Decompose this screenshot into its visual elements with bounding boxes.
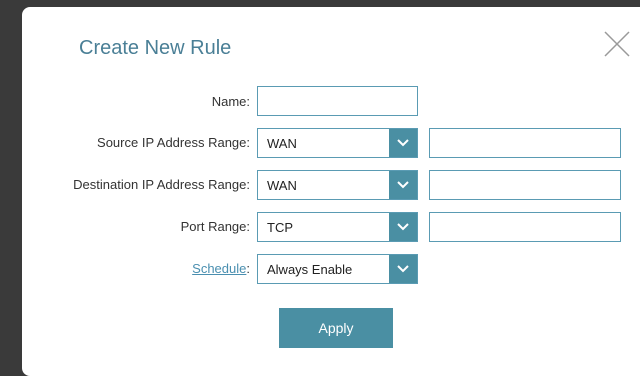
schedule-select-value: Always Enable [267,262,353,277]
apply-button[interactable]: Apply [279,308,393,348]
create-rule-dialog: Create New Rule Name: Source IP Address … [22,7,640,376]
chevron-down-icon [389,255,417,283]
port-range-label: Port Range: [180,219,250,234]
destination-ip-select[interactable]: WAN [257,170,418,200]
close-icon[interactable] [602,29,632,59]
port-range-select[interactable]: TCP [257,212,418,242]
destination-ip-select-value: WAN [267,178,297,193]
name-input[interactable] [257,86,418,116]
source-ip-select[interactable]: WAN [257,128,418,158]
chevron-down-icon [389,171,417,199]
chevron-down-icon [389,129,417,157]
chevron-down-icon [389,213,417,241]
schedule-label-row: Schedule: [192,261,250,276]
destination-ip-label: Destination IP Address Range: [73,177,250,192]
port-range-select-value: TCP [267,220,293,235]
name-label: Name: [211,94,250,109]
destination-ip-input[interactable] [429,170,621,200]
schedule-colon: : [246,261,250,276]
port-range-input[interactable] [429,212,621,242]
schedule-select[interactable]: Always Enable [257,254,418,284]
dialog-title: Create New Rule [79,37,232,59]
source-ip-input[interactable] [429,128,621,158]
schedule-link[interactable]: Schedule [192,261,246,276]
source-ip-select-value: WAN [267,136,297,151]
source-ip-label: Source IP Address Range: [97,135,250,150]
